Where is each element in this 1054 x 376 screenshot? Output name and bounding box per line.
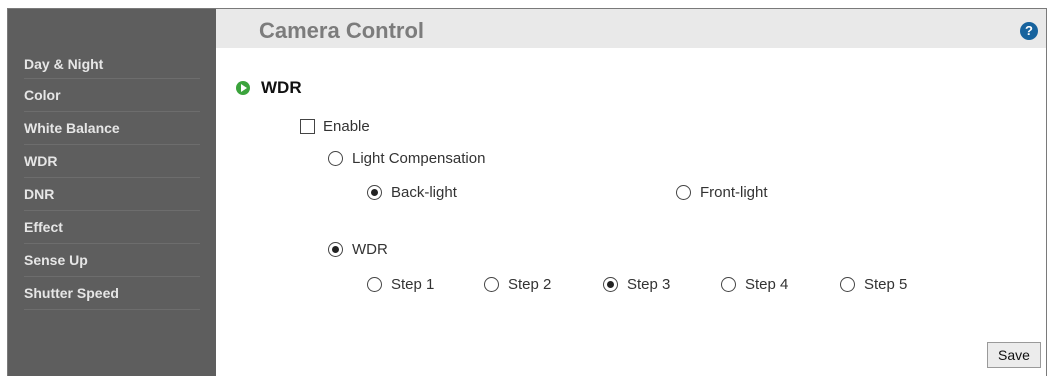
step-4-option[interactable]: Step 4 — [721, 276, 788, 293]
step-4-radio[interactable] — [721, 277, 736, 292]
sidebar-item-day-night[interactable]: Day & Night — [24, 49, 200, 79]
section-title: WDR — [261, 78, 302, 97]
enable-label: Enable — [323, 118, 370, 135]
step-1-radio[interactable] — [367, 277, 382, 292]
wdr-radio[interactable] — [328, 242, 343, 257]
back-light-option[interactable]: Back-light — [367, 184, 457, 201]
help-icon[interactable]: ? — [1020, 22, 1038, 40]
front-light-radio[interactable] — [676, 185, 691, 200]
page-header: Camera Control ? — [216, 9, 1046, 48]
sidebar-item-effect[interactable]: Effect — [24, 211, 200, 244]
light-compensation-label: Light Compensation — [352, 150, 486, 167]
light-compensation-radio[interactable] — [328, 151, 343, 166]
section-heading: WDR — [236, 78, 302, 98]
front-light-option[interactable]: Front-light — [676, 184, 768, 201]
sidebar-item-wdr[interactable]: WDR — [24, 145, 200, 178]
enable-option[interactable]: Enable — [300, 118, 370, 135]
sidebar-item-sense-up[interactable]: Sense Up — [24, 244, 200, 277]
step-1-label: Step 1 — [391, 276, 435, 293]
sidebar-item-color[interactable]: Color — [24, 79, 200, 112]
play-circle-icon — [236, 81, 250, 95]
wdr-option[interactable]: WDR — [328, 241, 388, 258]
step-2-radio[interactable] — [484, 277, 499, 292]
step-1-option[interactable]: Step 1 — [367, 276, 434, 293]
step-3-label: Step 3 — [627, 276, 671, 293]
sidebar-item-white-balance[interactable]: White Balance — [24, 112, 200, 145]
step-5-label: Step 5 — [864, 276, 908, 293]
step-3-option[interactable]: Step 3 — [603, 276, 670, 293]
front-light-label: Front-light — [700, 184, 768, 201]
step-5-radio[interactable] — [840, 277, 855, 292]
back-light-radio[interactable] — [367, 185, 382, 200]
step-2-option[interactable]: Step 2 — [484, 276, 551, 293]
enable-checkbox[interactable] — [300, 119, 315, 134]
step-2-label: Step 2 — [508, 276, 552, 293]
wdr-label: WDR — [352, 241, 388, 258]
step-3-radio[interactable] — [603, 277, 618, 292]
light-compensation-option[interactable]: Light Compensation — [328, 150, 485, 167]
step-5-option[interactable]: Step 5 — [840, 276, 907, 293]
back-light-label: Back-light — [391, 184, 457, 201]
sidebar-item-shutter-speed[interactable]: Shutter Speed — [24, 277, 200, 310]
step-4-label: Step 4 — [745, 276, 789, 293]
page-title: Camera Control — [259, 18, 425, 43]
sidebar: Day & Night Color White Balance WDR DNR … — [8, 9, 216, 376]
save-button[interactable]: Save — [987, 342, 1041, 368]
sidebar-item-dnr[interactable]: DNR — [24, 178, 200, 211]
